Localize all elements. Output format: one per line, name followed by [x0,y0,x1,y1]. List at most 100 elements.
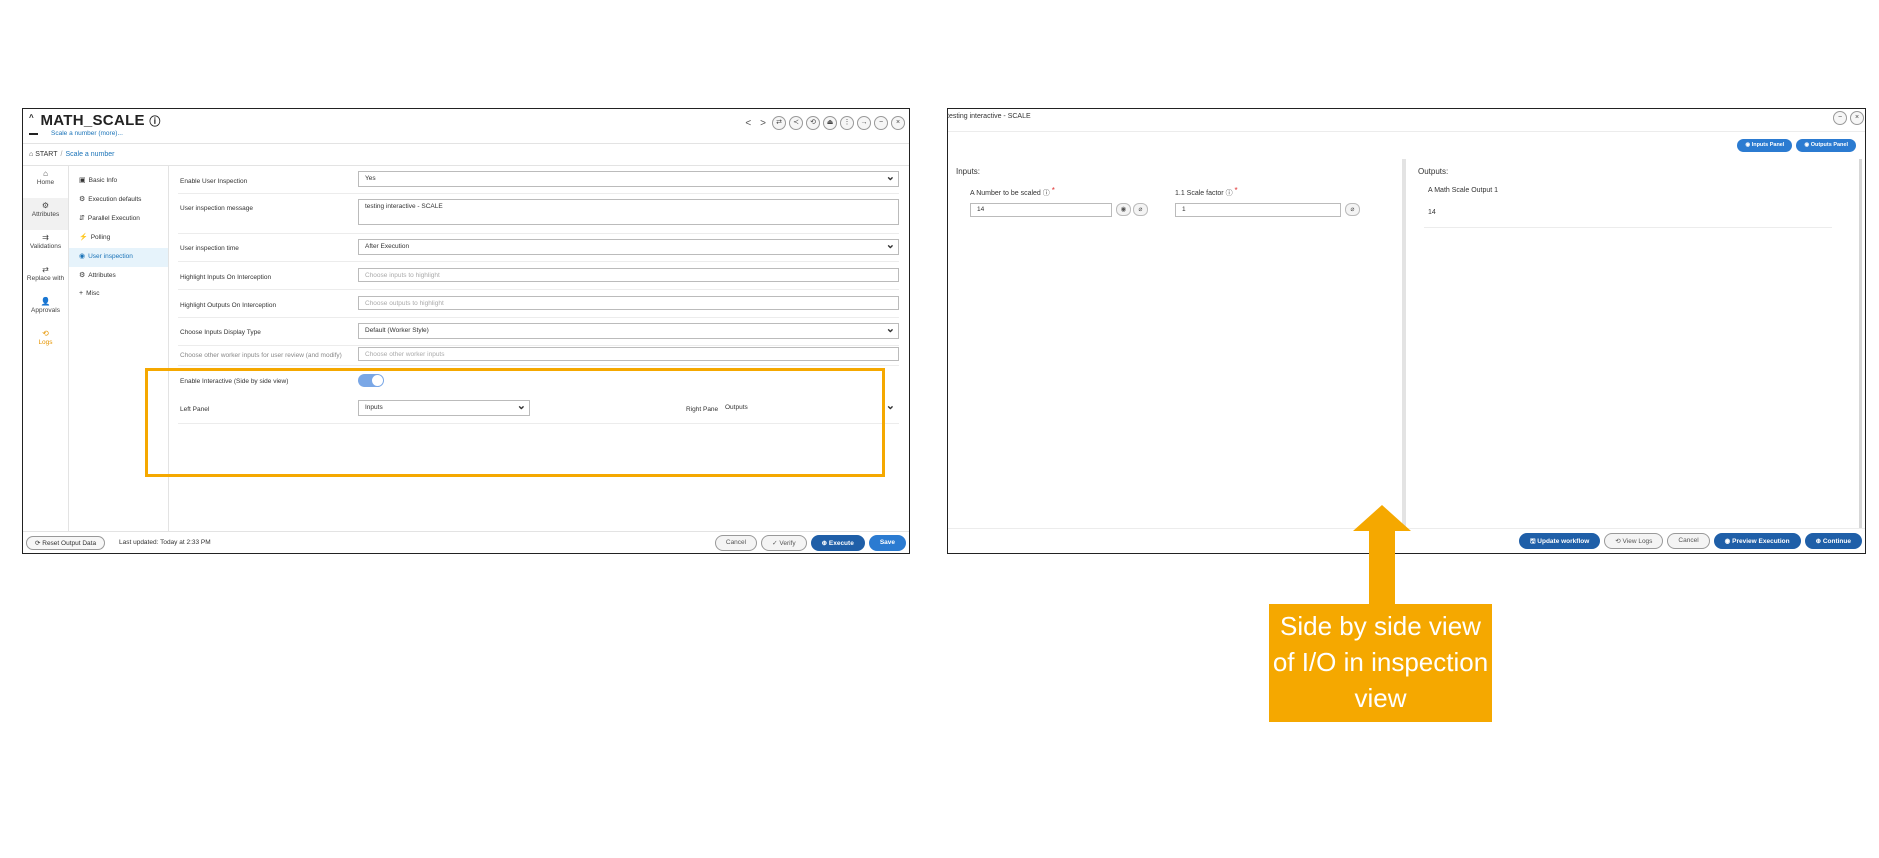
eye-icon: ◉ [79,253,86,260]
inputs-panel-button[interactable]: ◉ Inputs Panel [1737,139,1793,152]
history-icon: ⟲ [42,329,49,338]
cancel-button[interactable]: Cancel [714,535,758,551]
rail-item-validations[interactable]: ⇉ Validations [23,230,68,262]
row-panels: Left Panel Inputs Right Panel Outputs [178,396,899,424]
prev-arrow-icon[interactable]: < [742,118,754,129]
inspection-window: testing interactive - SCALE − × ◉ Inputs… [947,108,1866,554]
title-divider [948,131,1865,132]
inspection-title: testing interactive - SCALE [947,113,1031,120]
editor-header: ^ MATH_SCALE ⓘ Scale a number (more)... … [23,109,909,144]
export-button[interactable]: ⏏ [823,116,837,130]
right-panel-select[interactable]: Outputs [718,399,899,416]
reset-output-data-button[interactable]: ⟳ Reset Output Data [26,536,106,550]
info-icon: ▣ [79,177,86,184]
minimize-button[interactable]: − [1833,111,1847,125]
rail-item-home[interactable]: ⌂ Home [23,166,68,198]
inputs-display-type-select[interactable]: Default (Worker Style) [358,322,899,339]
left-rail: ⌂ Home ⚙ Attributes ⇉ Validations ⇄ Replace … [23,166,69,531]
math-scale-output-label: A Math Scale Output 1 [1428,187,1499,194]
row-other-worker-inputs: Choose other worker inputs for user revi… [178,346,899,366]
breadcrumb-current[interactable]: Scale a number [65,151,114,158]
row-enable-interactive: Enable Interactive (Side by side view) [178,366,899,396]
callout-box: Side by side view of I/O in inspection v… [1269,604,1492,722]
branch-button[interactable]: ≺ [789,116,803,130]
home-icon: ⌂ [43,169,48,178]
inspection-window-controls: − × [1833,111,1864,125]
more-button[interactable]: ⋮ [840,116,854,130]
update-workflow-button[interactable]: 🖫 Update workflow [1518,533,1601,549]
output-divider [1424,227,1832,228]
nav-item-execution-defaults[interactable]: ⚙ Execution defaults [69,191,168,210]
row-inputs-display-type: Choose Inputs Display Type Default (Work… [178,318,899,346]
minimize-button[interactable]: − [874,116,888,130]
verify-button[interactable]: ✓ Verify [761,535,807,551]
bolt-icon: ⚡ [79,234,88,241]
nav-item-polling[interactable]: ⚡ Polling [69,229,168,248]
left-panel-select[interactable]: Inputs [358,399,530,416]
page-title: ^ MATH_SCALE ⓘ [29,112,161,129]
inputs-panel: Inputs: A Number to be scaled ⓘ * 14 ◉ ⌀… [948,159,1406,528]
highlight-inputs-field[interactable]: Choose inputs to highlight [358,268,899,282]
nav-item-misc[interactable]: + Misc [69,286,168,305]
outputs-panel-button[interactable]: ◉ Outputs Panel [1796,139,1856,152]
info-circle-icon[interactable]: ⓘ [149,116,160,128]
execute-button[interactable]: ⊕ Execute [810,535,865,551]
breadcrumb-start[interactable]: START [35,151,57,158]
collapse-caret-icon[interactable]: ^ [29,113,34,122]
close-button[interactable]: × [891,116,905,130]
toggle-knob [372,375,383,386]
eye-icon[interactable]: ◉ [1116,203,1131,216]
rail-item-approvals[interactable]: 👤 Approvals [23,294,68,326]
breadcrumb: ⌂ START / Scale a number [23,144,909,166]
view-logs-button[interactable]: ⟲ View Logs [1604,533,1664,549]
close-button[interactable]: × [1850,111,1864,125]
gear-icon: ⚙ [79,272,86,279]
forward-button[interactable]: → [857,116,871,130]
replace-icon: ⇄ [42,265,49,274]
preview-execution-button[interactable]: ◉ Preview Execution [1713,533,1801,549]
rail-item-attributes[interactable]: ⚙ Attributes [23,198,68,230]
gear-icon: ⚙ [41,201,50,210]
outputs-heading: Outputs: [1418,167,1449,176]
inspection-message-textarea[interactable]: testing interactive - SCALE [358,199,899,225]
other-worker-inputs-field[interactable]: Choose other worker inputs [358,347,899,361]
user-icon: 👤 [40,297,51,306]
enable-inspection-select[interactable]: Yes [358,170,899,187]
inspection-actions: 🖫 Update workflow ⟲ View Logs Cancel ◉ P… [1518,533,1862,549]
continue-button[interactable]: ⊕ Continue [1804,533,1862,549]
scale-factor-label: 1.1 Scale factor ⓘ * [1175,186,1238,197]
footer-actions: Cancel ✓ Verify ⊕ Execute Save [714,535,906,551]
minimize-dash-icon[interactable] [29,133,38,135]
nav-item-parallel-execution[interactable]: ⇵ Parallel Execution [69,210,168,229]
rail-item-logs[interactable]: ⟲ Logs [23,326,68,358]
math-scale-output-value: 14 [1428,209,1436,216]
nav-item-basic-info[interactable]: ▣ Basic Info [69,172,168,191]
attach-icon[interactable]: ⌀ [1345,203,1360,216]
user-inspection-form: Enable User Inspection Yes User inspecti… [170,166,909,531]
row-inspection-time: User inspection time After Execution [178,234,899,262]
number-to-scale-input[interactable]: 14 [970,203,1112,217]
row-enable-inspection: Enable User Inspection Yes [178,166,899,194]
swap-button[interactable]: ⇄ [772,116,786,130]
row-highlight-inputs: Highlight Inputs On Interception Choose … [178,262,899,290]
scale-factor-input[interactable]: 1 [1175,203,1341,217]
plus-icon: + [79,290,84,297]
inputs-heading: Inputs: [956,167,981,176]
undo-button[interactable]: ⟲ [806,116,820,130]
highlight-outputs-field[interactable]: Choose outputs to highlight [358,296,899,310]
fork-icon: ⇵ [79,215,85,222]
nav-item-user-inspection[interactable]: ◉ User inspection [69,248,168,267]
row-inspection-message: User inspection message testing interact… [178,194,899,234]
save-button[interactable]: Save [868,535,906,551]
workflow-description-link[interactable]: Scale a number (more)... [51,130,123,137]
window-toolbar: < > ⇄ ≺ ⟲ ⏏ ⋮ → − × [742,116,905,130]
next-arrow-icon[interactable]: > [757,118,769,129]
enable-interactive-toggle[interactable] [358,374,384,387]
nav-item-attributes[interactable]: ⚙ Attributes [69,267,168,286]
settings-nav: ▣ Basic Info ⚙ Execution defaults ⇵ Paralle… [69,166,169,531]
inspection-time-select[interactable]: After Execution [358,238,899,255]
outputs-scrollbar[interactable] [1859,159,1862,528]
rail-item-replace[interactable]: ⇄ Replace with [23,262,68,294]
cancel-button[interactable]: Cancel [1667,533,1710,549]
attach-icon[interactable]: ⌀ [1133,203,1148,216]
